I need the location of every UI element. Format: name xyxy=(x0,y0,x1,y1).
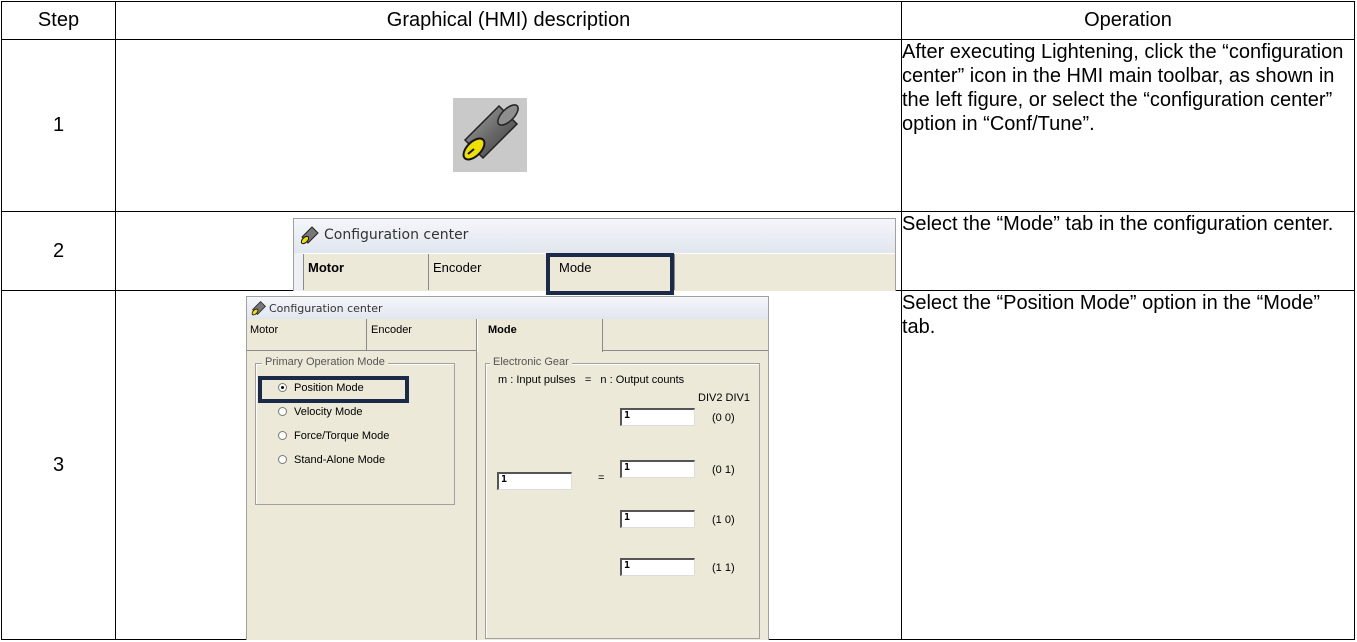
mode-panel-left: Primary Operation Mode Position Mode Vel… xyxy=(247,351,477,640)
configuration-center-icon xyxy=(300,225,320,249)
div-code: (0 0) xyxy=(712,412,735,424)
div-code: (1 0) xyxy=(712,514,735,526)
div-code: (1 1) xyxy=(712,562,735,574)
header-graphical: Graphical (HMI) description xyxy=(115,1,902,40)
configuration-window: Configuration center Motor Encoder Mode … xyxy=(246,296,769,640)
steps-table: Step Graphical (HMI) description Operati… xyxy=(1,1,1355,640)
radio-stand-alone-mode[interactable]: Stand-Alone Mode xyxy=(278,454,385,468)
primary-operation-mode-group: Primary Operation Mode Position Mode Vel… xyxy=(255,356,455,505)
m-input[interactable]: 1 xyxy=(497,472,572,490)
tab-mode[interactable]: Mode xyxy=(477,319,603,352)
step-number: 1 xyxy=(1,39,116,212)
configuration-window-tabs: Configuration center Motor Encoder Mode xyxy=(293,218,896,295)
tab-motor[interactable]: Motor xyxy=(303,254,429,290)
window-titlebar: Configuration center xyxy=(247,297,768,319)
equals-sign: = xyxy=(598,472,605,484)
table-row: 1 After executing Lightening, click the … xyxy=(1,39,1355,212)
header-operation: Operation xyxy=(901,1,1355,40)
div-code: (0 1) xyxy=(712,464,735,476)
configuration-center-icon[interactable] xyxy=(453,98,527,172)
n-input-00[interactable]: 1 xyxy=(620,408,695,426)
mode-tab-highlight xyxy=(546,253,674,295)
group-label: Electronic Gear xyxy=(490,356,572,368)
radio-icon xyxy=(278,431,287,440)
gear-formula: m : Input pulses = n : Output counts xyxy=(498,374,685,386)
n-input-10[interactable]: 1 xyxy=(620,510,695,528)
operation-text: After executing Lightening, click the “c… xyxy=(901,39,1355,212)
operation-text: Select the “Position Mode” option in the… xyxy=(901,290,1355,640)
graphic-cell: Configuration center Motor Encoder Mode … xyxy=(115,290,902,640)
position-mode-highlight xyxy=(258,376,409,403)
radio-force-torque-mode[interactable]: Force/Torque Mode xyxy=(278,430,389,444)
tab-strip: Motor Encoder Mode xyxy=(247,319,768,352)
tab-motor[interactable]: Motor xyxy=(247,319,367,351)
step-number: 3 xyxy=(1,290,116,640)
table-row: 2 Configuration center Motor Encoder Mod… xyxy=(1,211,1355,295)
window-title: Configuration center xyxy=(324,227,469,243)
radio-icon xyxy=(278,407,287,416)
n-input-11[interactable]: 1 xyxy=(620,558,695,576)
radio-velocity-mode[interactable]: Velocity Mode xyxy=(278,406,362,420)
step-number: 2 xyxy=(1,211,116,291)
table-row: 3 Configuration center Motor Encoder Mod… xyxy=(1,290,1355,640)
radio-label: Force/Torque Mode xyxy=(294,430,390,442)
header-step: Step xyxy=(1,1,116,40)
mode-panel-right: Electronic Gear m : Input pulses = n : O… xyxy=(477,351,768,640)
electronic-gear-group: Electronic Gear m : Input pulses = n : O… xyxy=(485,356,760,639)
operation-text: Select the “Mode” tab in the configurati… xyxy=(901,211,1355,291)
group-label: Primary Operation Mode xyxy=(262,356,388,368)
radio-label: Stand-Alone Mode xyxy=(294,454,386,466)
window-titlebar: Configuration center xyxy=(294,219,895,253)
window-title: Configuration center xyxy=(269,302,383,315)
tab-strip: Motor Encoder Mode xyxy=(303,253,895,295)
configuration-center-icon xyxy=(251,300,267,319)
tab-encoder[interactable]: Encoder xyxy=(429,254,549,290)
radio-label: Velocity Mode xyxy=(294,406,363,418)
radio-icon xyxy=(278,455,287,464)
div-header: DIV2 DIV1 xyxy=(698,392,750,404)
graphic-cell xyxy=(115,39,902,212)
n-input-01[interactable]: 1 xyxy=(620,460,695,478)
tab-encoder[interactable]: Encoder xyxy=(367,319,477,351)
graphic-cell: Configuration center Motor Encoder Mode xyxy=(115,211,902,295)
